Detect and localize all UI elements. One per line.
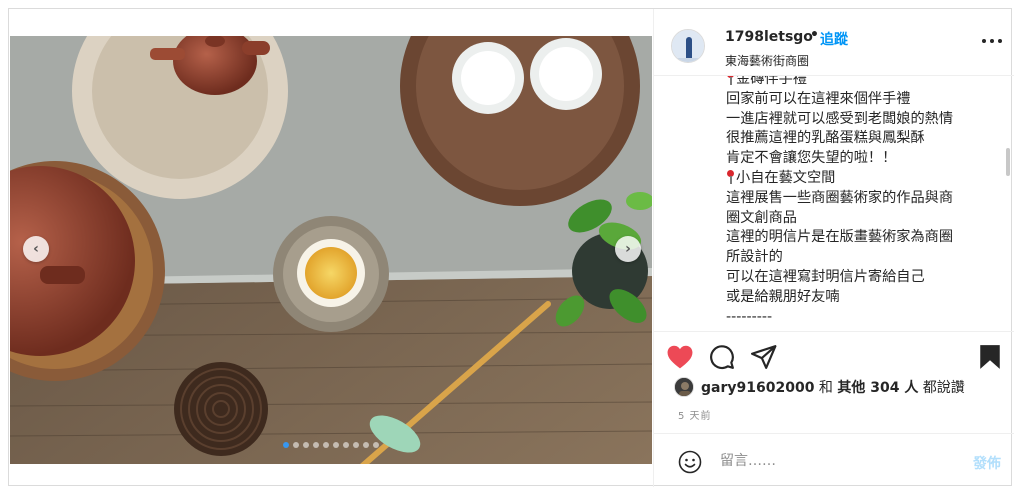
caption-line: 小自在藝文空間	[726, 169, 996, 189]
more-options-button[interactable]	[982, 33, 1002, 49]
caption-line: 可以在這裡寫封明信片寄給自己	[726, 268, 925, 285]
carousel-dot	[363, 442, 369, 448]
chevron-left-icon: ‹	[33, 241, 39, 257]
heart-icon	[667, 345, 693, 369]
caption-line: 這裡的明信片是在版畫藝術家為商圈	[726, 229, 954, 246]
likes-and: 和	[818, 380, 833, 396]
bookmark-icon	[980, 345, 1000, 369]
likes-others-link[interactable]: 其他 304 人	[837, 380, 918, 396]
more-icon	[982, 39, 986, 43]
author-username[interactable]: 1798letsgo	[725, 29, 813, 45]
caption-line: 很推薦這裡的乳酪蛋糕與鳳梨酥	[726, 130, 925, 147]
caption-line: 這裡展售一些商圈藝術家的作品與商	[726, 189, 954, 206]
post-dialog: ‹ › 1798letsgo • 追蹤 東海藝術街商圈 金磚伴手禮 回家前可以在…	[8, 8, 1014, 487]
emoji-button[interactable]	[678, 450, 702, 474]
carousel-dot	[353, 442, 359, 448]
liker-avatar[interactable]	[674, 377, 694, 397]
caption-line: 肯定不會讓您失望的啦！！	[726, 150, 897, 167]
caption-line: 一進店裡就可以感受到老闆娘的熱情	[726, 110, 954, 127]
carousel-dot	[343, 442, 349, 448]
post-photo	[10, 36, 652, 464]
chevron-right-icon: ›	[625, 241, 631, 257]
comment-button[interactable]	[708, 343, 736, 371]
comment-input[interactable]	[720, 448, 950, 474]
post-media[interactable]: ‹ ›	[10, 36, 652, 464]
likes-summary: gary91602000 和 其他 304 人 都說讚	[674, 375, 965, 399]
post-actions	[654, 331, 1014, 379]
pin-icon	[726, 169, 735, 184]
post-location[interactable]: 東海藝術街商圈	[725, 52, 809, 69]
save-button[interactable]	[976, 343, 1004, 371]
caption-scrollbar[interactable]	[1006, 148, 1010, 176]
carousel-dot	[373, 442, 379, 448]
post-header: 1798letsgo • 追蹤 東海藝術街商圈	[654, 9, 1014, 74]
pin-icon	[726, 76, 735, 85]
post-caption[interactable]: 金磚伴手禮 回家前可以在這裡來個伴手禮一進店裡就可以感受到老闆娘的熱情 很推薦這裡的…	[654, 75, 1014, 331]
share-icon	[751, 345, 777, 369]
header-separator: •	[810, 27, 819, 43]
caption-line: 所設計的	[726, 249, 783, 266]
post-side-panel: 1798letsgo • 追蹤 東海藝術街商圈 金磚伴手禮 回家前可以在這裡來個伴…	[653, 9, 1014, 487]
caption-line: 金磚伴手禮	[726, 76, 996, 90]
carousel-dot	[313, 442, 319, 448]
liker-username[interactable]: gary91602000	[701, 380, 814, 396]
carousel-dot	[303, 442, 309, 448]
caption-line: 回家前可以在這裡來個伴手禮	[726, 90, 911, 107]
post-timestamp[interactable]: 5 天前	[678, 407, 712, 422]
carousel-prev-button[interactable]: ‹	[23, 236, 49, 262]
share-button[interactable]	[750, 343, 778, 371]
emoji-icon	[678, 450, 702, 474]
like-button[interactable]	[666, 343, 694, 371]
comment-icon	[710, 345, 734, 370]
follow-button[interactable]: 追蹤	[820, 29, 848, 49]
comment-bar: 發佈	[654, 433, 1014, 487]
carousel-dot	[283, 442, 289, 448]
avatar-image	[672, 30, 704, 62]
likes-suffix: 都說讚	[922, 380, 965, 396]
caption-line: 圈文創商品	[726, 209, 797, 226]
caption-line: ---------	[726, 308, 773, 325]
post-comment-button[interactable]: 發佈	[973, 453, 1001, 473]
carousel-indicator	[10, 442, 652, 448]
carousel-dot	[333, 442, 339, 448]
carousel-next-button[interactable]: ›	[615, 236, 641, 262]
carousel-dot	[323, 442, 329, 448]
carousel-dot	[293, 442, 299, 448]
caption-line: 或是給親朋好友喃	[726, 288, 840, 305]
author-avatar[interactable]	[671, 29, 705, 63]
